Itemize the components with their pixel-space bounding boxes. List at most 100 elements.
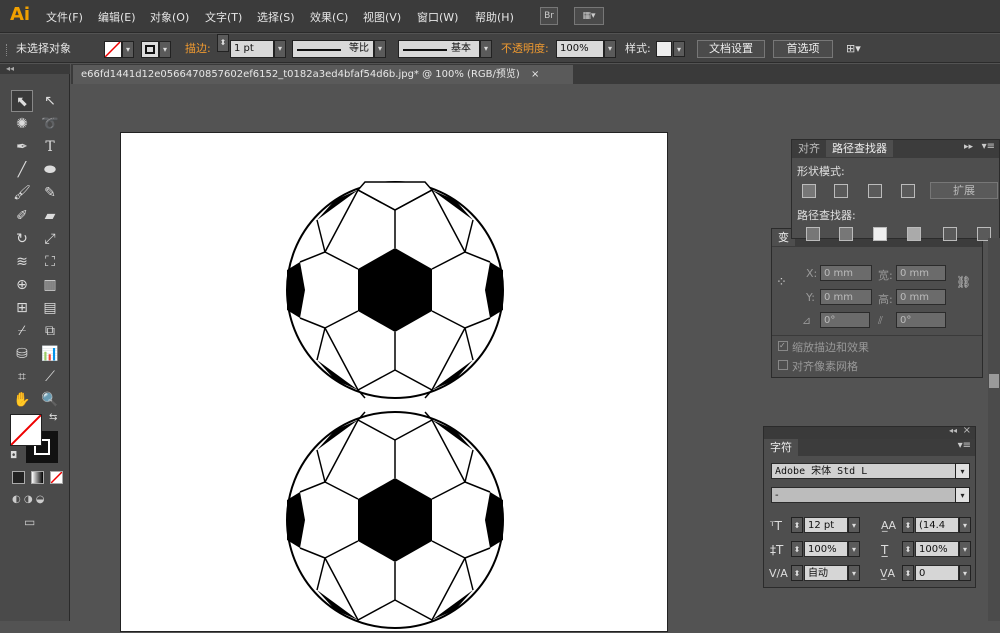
opacity-field[interactable]: 100% [556, 40, 604, 58]
graphic-style-swatch[interactable] [656, 41, 672, 57]
fill-swatch[interactable] [104, 41, 122, 58]
tab-character[interactable]: 字符 [764, 439, 798, 456]
align-pixel-checkbox[interactable] [778, 360, 788, 370]
soccer-ball-bottom[interactable] [286, 411, 504, 629]
vertical-scale-dropdown[interactable]: ▾ [848, 541, 860, 557]
menu-window[interactable]: 窗口(W) [417, 9, 458, 25]
brush-dropdown[interactable]: ▾ [480, 40, 492, 58]
exclude-icon[interactable] [901, 184, 915, 198]
collapse-icon[interactable]: ◂◂ [949, 426, 957, 435]
tracking-stepper[interactable]: ⬍ [902, 565, 914, 581]
menu-help[interactable]: 帮助(H) [475, 9, 514, 25]
trim-icon[interactable] [839, 227, 853, 241]
vertical-scale-stepper[interactable]: ⬍ [791, 541, 803, 557]
gradient-mode-icon[interactable] [31, 471, 44, 484]
horizontal-scale-field[interactable]: 100% [915, 541, 959, 557]
expand-button[interactable]: 扩展 [930, 182, 998, 199]
kerning-field[interactable]: 自动 [804, 565, 848, 581]
font-style-field[interactable]: - [771, 487, 963, 503]
shear-field[interactable]: 0° [896, 312, 946, 328]
merge-icon[interactable] [873, 227, 887, 241]
fill-dropdown[interactable]: ▾ [122, 41, 134, 58]
rotate-tool-icon[interactable]: ↻ [11, 228, 33, 250]
kerning-stepper[interactable]: ⬍ [791, 565, 803, 581]
menu-select[interactable]: 选择(S) [257, 9, 295, 25]
eraser-tool-icon[interactable]: ▰ [39, 205, 61, 227]
h-field[interactable]: 0 mm [896, 289, 946, 305]
opacity-label[interactable]: 不透明度: [501, 40, 549, 58]
none-mode-icon[interactable] [50, 471, 63, 484]
tab-align[interactable]: 对齐 [792, 140, 826, 157]
menu-effect[interactable]: 效果(C) [310, 9, 348, 25]
expand-panel-icon[interactable]: ▸▸ [964, 142, 973, 152]
scrollbar-thumb[interactable] [989, 374, 999, 388]
rotate-field[interactable]: 0° [820, 312, 870, 328]
w-field[interactable]: 0 mm [896, 265, 946, 281]
outline-icon[interactable] [943, 227, 957, 241]
stroke-weight-field[interactable]: 1 pt [230, 40, 274, 58]
constrain-link-icon[interactable]: ⛓ [956, 275, 971, 289]
blob-brush-tool-icon[interactable]: ✐ [11, 205, 33, 227]
lasso-tool-icon[interactable]: ➰ [39, 113, 61, 135]
collapse-icon[interactable]: ◂◂ [0, 64, 70, 74]
panel-menu-icon[interactable]: ▾≡ [982, 141, 995, 152]
font-style-dropdown[interactable]: ▾ [955, 487, 970, 503]
paintbrush-tool-icon[interactable]: 🖌 [11, 182, 33, 204]
blend-tool-icon[interactable]: ⧉ [39, 320, 61, 342]
vertical-scrollbar[interactable] [988, 238, 1000, 621]
horizontal-scale-stepper[interactable]: ⬍ [902, 541, 914, 557]
column-graph-tool-icon[interactable]: 📊 [39, 343, 61, 365]
variable-width-profile[interactable]: 等比 [292, 40, 374, 58]
reference-point-icon[interactable]: ⁘ [776, 275, 794, 293]
magic-wand-tool-icon[interactable]: ✺ [11, 113, 33, 135]
close-icon[interactable]: × [531, 69, 539, 80]
fill-color-box[interactable] [10, 414, 42, 446]
vertical-scale-field[interactable]: 100% [804, 541, 848, 557]
scale-tool-icon[interactable]: ⤢ [39, 228, 61, 250]
warp-tool-icon[interactable]: ≋ [11, 251, 33, 273]
line-tool-icon[interactable]: ╱ [11, 159, 33, 181]
leading-stepper[interactable]: ⬍ [902, 517, 914, 533]
slice-tool-icon[interactable]: ⟋ [39, 366, 61, 388]
x-field[interactable]: 0 mm [820, 265, 872, 281]
unite-icon[interactable] [802, 184, 816, 198]
swap-colors-icon[interactable]: ⇆ [49, 412, 57, 423]
tracking-dropdown[interactable]: ▾ [959, 565, 971, 581]
brush-definition[interactable]: 基本 [398, 40, 480, 58]
document-setup-button[interactable]: 文档设置 [697, 40, 765, 58]
direct-selection-tool-icon[interactable]: ↖ [39, 90, 61, 112]
document-tab[interactable]: e66fd1441d12e0566470857602ef6152_t0182a3… [73, 65, 573, 84]
selection-tool-icon[interactable]: ⬉ [11, 90, 33, 112]
kerning-dropdown[interactable]: ▾ [848, 565, 860, 581]
type-tool-icon[interactable]: T [39, 136, 61, 158]
menu-view[interactable]: 视图(V) [363, 9, 401, 25]
menu-type[interactable]: 文字(T) [205, 9, 242, 25]
panel-menu-icon[interactable]: ▾≡ [958, 440, 971, 451]
stroke-dropdown[interactable]: ▾ [159, 41, 171, 58]
shape-builder-tool-icon[interactable]: ⊕ [11, 274, 33, 296]
gradient-tool-icon[interactable]: ▤ [39, 297, 61, 319]
pen-tool-icon[interactable]: ✒ [11, 136, 33, 158]
grip-handle[interactable] [6, 44, 9, 56]
stroke-swatch[interactable] [141, 41, 159, 58]
preferences-button[interactable]: 首选项 [773, 40, 833, 58]
menu-edit[interactable]: 编辑(E) [98, 9, 136, 25]
arrange-icon[interactable]: ⊞▾ [846, 42, 874, 56]
stroke-weight-dropdown[interactable]: ▾ [274, 40, 286, 58]
intersect-icon[interactable] [868, 184, 882, 198]
font-size-stepper[interactable]: ⬍ [791, 517, 803, 533]
stroke-stepper[interactable]: ⬍ [217, 34, 229, 52]
stroke-label[interactable]: 描边: [185, 40, 211, 58]
artboard[interactable] [120, 132, 668, 632]
font-size-field[interactable]: 12 pt [804, 517, 848, 533]
font-family-field[interactable]: Adobe 宋体 Std L [771, 463, 963, 479]
font-family-dropdown[interactable]: ▾ [955, 463, 970, 479]
divide-icon[interactable] [806, 227, 820, 241]
scale-strokes-checkbox[interactable]: ✓ [778, 341, 788, 351]
soccer-ball-top[interactable] [286, 181, 504, 399]
screen-mode-icon[interactable]: ▭ [24, 515, 46, 529]
artboard-tool-icon[interactable]: ⌗ [11, 366, 33, 388]
minus-front-icon[interactable] [834, 184, 848, 198]
free-transform-tool-icon[interactable]: ⛶ [39, 251, 61, 273]
leading-field[interactable]: (14.4 [915, 517, 959, 533]
